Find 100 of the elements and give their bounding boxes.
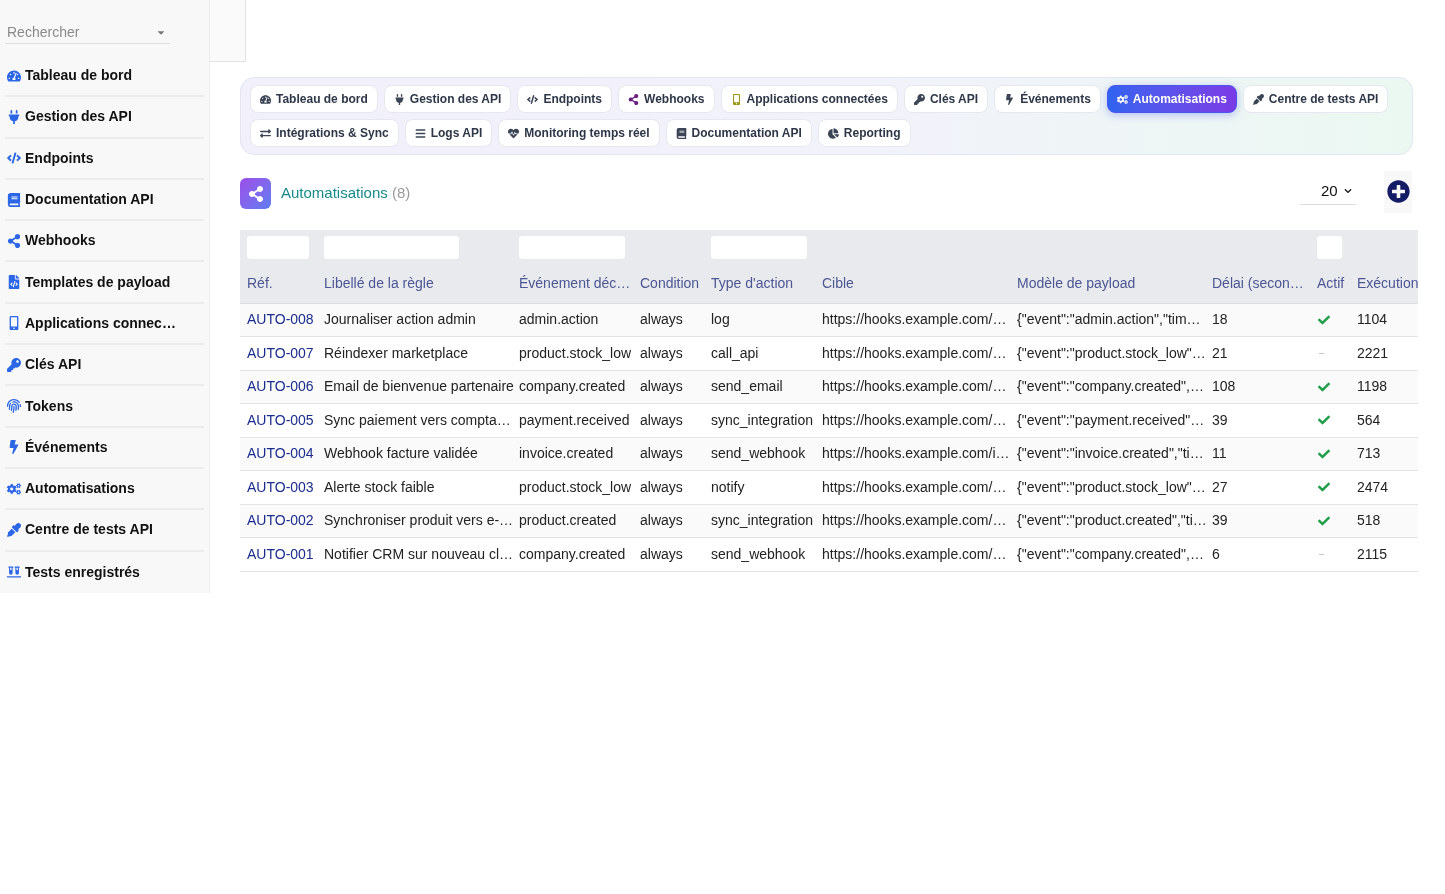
page-size-select[interactable]: 20 <box>1300 178 1356 205</box>
phone-icon <box>730 93 742 105</box>
chevron-icon <box>1343 187 1352 195</box>
table-cell: product.stock_low <box>519 344 632 361</box>
search-field[interactable]: Rechercher <box>5 20 170 44</box>
sidebar-item[interactable]: Tableau de bord <box>5 56 204 98</box>
tab[interactable]: Intégrations & Sync <box>250 119 399 147</box>
column-header[interactable]: Actif <box>1317 274 1345 291</box>
table-cell: {"event":"admin.action","tim… <box>1017 311 1201 328</box>
tab[interactable]: Centre de tests API <box>1242 85 1389 113</box>
bolt-icon <box>1004 93 1016 105</box>
table-cell: Synchroniser produit vers e-… <box>324 512 514 529</box>
column-header[interactable]: Délai (secon… <box>1212 274 1304 291</box>
table-cell: {"event":"product.created","ti… <box>1017 512 1207 529</box>
table-cell: https://hooks.example.com/… <box>822 344 1007 361</box>
table-cell: log <box>711 311 730 328</box>
tab[interactable]: Tableau de bord <box>250 85 378 113</box>
table-cell: always <box>640 344 683 361</box>
dropper-icon <box>7 522 21 537</box>
column-header[interactable]: Cible <box>822 274 854 291</box>
table-cell: Sync paiement vers compta… <box>324 411 511 428</box>
table-cell: {"event":"invoice.created","ti… <box>1017 445 1204 462</box>
table-cell: 2115 <box>1357 545 1388 562</box>
table-cell: 11 <box>1212 445 1227 462</box>
table-cell: 713 <box>1357 445 1381 462</box>
tab[interactable]: Clés API <box>903 85 989 113</box>
dropper-icon <box>1252 93 1264 105</box>
sidebar-item[interactable]: Automatisations <box>5 468 204 511</box>
table-cell: 1198 <box>1357 378 1388 395</box>
column-header[interactable]: Exécution <box>1357 274 1419 291</box>
sidebar-item[interactable]: Documentation API <box>5 179 204 222</box>
test-tubes-icon <box>7 565 21 580</box>
table-cell: https://hooks.example.com/… <box>822 545 1007 562</box>
rule-link[interactable]: AUTO-004 <box>247 445 314 462</box>
tab[interactable]: Endpoints <box>517 85 613 113</box>
sidebar-item[interactable]: Gestion des API <box>5 97 204 139</box>
table-cell: send_webhook <box>711 445 806 462</box>
sidebar-item[interactable]: Webhooks <box>5 221 204 263</box>
sidebar-item[interactable]: Clés API <box>5 345 204 387</box>
rule-link[interactable]: AUTO-005 <box>247 411 314 428</box>
column-header[interactable]: Événement déc… <box>519 274 631 291</box>
table-cell: payment.received <box>519 411 630 428</box>
table-cell: 564 <box>1357 411 1381 428</box>
lines-icon <box>414 127 426 139</box>
table-cell: invoice.created <box>519 445 614 462</box>
rule-link[interactable]: AUTO-006 <box>247 378 314 395</box>
table-cell: Webhook facture validée <box>324 445 478 462</box>
table-cell: always <box>640 411 683 428</box>
code-icon <box>7 151 21 166</box>
sidebar-item[interactable]: Endpoints <box>5 138 204 180</box>
column-header[interactable]: Type d'action <box>711 274 794 291</box>
table-cell: 1104 <box>1357 311 1388 328</box>
tab[interactable]: Documentation API <box>665 119 812 147</box>
tab[interactable]: Monitoring temps réel <box>498 119 660 147</box>
tab[interactable]: Gestion des API <box>383 85 512 113</box>
rule-link[interactable]: AUTO-001 <box>247 545 314 562</box>
column-header[interactable]: Condition <box>640 274 700 291</box>
table-cell: always <box>640 512 683 529</box>
table-cell: {"event":"payment.received"… <box>1017 411 1205 428</box>
table-cell: call_api <box>711 344 759 361</box>
table-cell: always <box>640 545 683 562</box>
rule-link[interactable]: AUTO-003 <box>247 478 314 495</box>
table-cell: {"event":"product.stock_low"… <box>1017 478 1206 495</box>
plus-icon <box>1386 180 1410 203</box>
add-button[interactable] <box>1384 170 1412 213</box>
tab[interactable]: Logs API <box>404 119 493 147</box>
section-title: Automatisations (8) <box>281 183 411 204</box>
tab[interactable]: Automatisations <box>1106 85 1237 113</box>
tab[interactable]: Webhooks <box>618 85 715 113</box>
table-cell: admin.action <box>519 311 599 328</box>
sidebar-item[interactable]: Applications connec… <box>5 303 204 346</box>
table-cell: 2221 <box>1357 344 1389 361</box>
sidebar-item[interactable]: Événements <box>5 427 204 469</box>
table-cell: send_email <box>711 378 783 395</box>
column-header[interactable]: Libellé de la règle <box>324 274 434 291</box>
tab[interactable]: Événements <box>994 85 1101 113</box>
rule-link[interactable]: AUTO-002 <box>247 512 314 529</box>
table-cell: 18 <box>1212 311 1228 328</box>
sidebar-item[interactable]: Tokens <box>5 386 204 428</box>
sidebar-item[interactable]: Centre de tests API <box>5 510 204 552</box>
book-icon <box>7 192 21 207</box>
tab[interactable]: Applications connectées <box>720 85 898 113</box>
table-cell: 108 <box>1212 378 1236 395</box>
sidebar-item[interactable]: Templates de payload <box>5 262 204 304</box>
column-header[interactable]: Réf. <box>247 274 273 291</box>
table-cell: sync_integration <box>711 411 813 428</box>
column-header[interactable]: Modèle de payload <box>1017 274 1136 291</box>
table-cell: https://hooks.example.com/… <box>822 378 1007 395</box>
table-cell: 39 <box>1212 411 1228 428</box>
rule-link[interactable]: AUTO-007 <box>247 344 314 361</box>
table-cell: sync_integration <box>711 512 813 529</box>
table-cell: company.created <box>519 378 626 395</box>
tab[interactable]: Reporting <box>817 119 911 147</box>
table-cell: https://hooks.example.com/i… <box>822 445 1010 462</box>
gears-icon <box>1116 93 1128 105</box>
table-cell: company.created <box>519 545 626 562</box>
file-code-icon <box>7 275 21 290</box>
rule-link[interactable]: AUTO-008 <box>247 311 314 328</box>
table-cell: Alerte stock faible <box>324 478 435 495</box>
sidebar-item[interactable]: Tests enregistrés <box>5 551 204 593</box>
